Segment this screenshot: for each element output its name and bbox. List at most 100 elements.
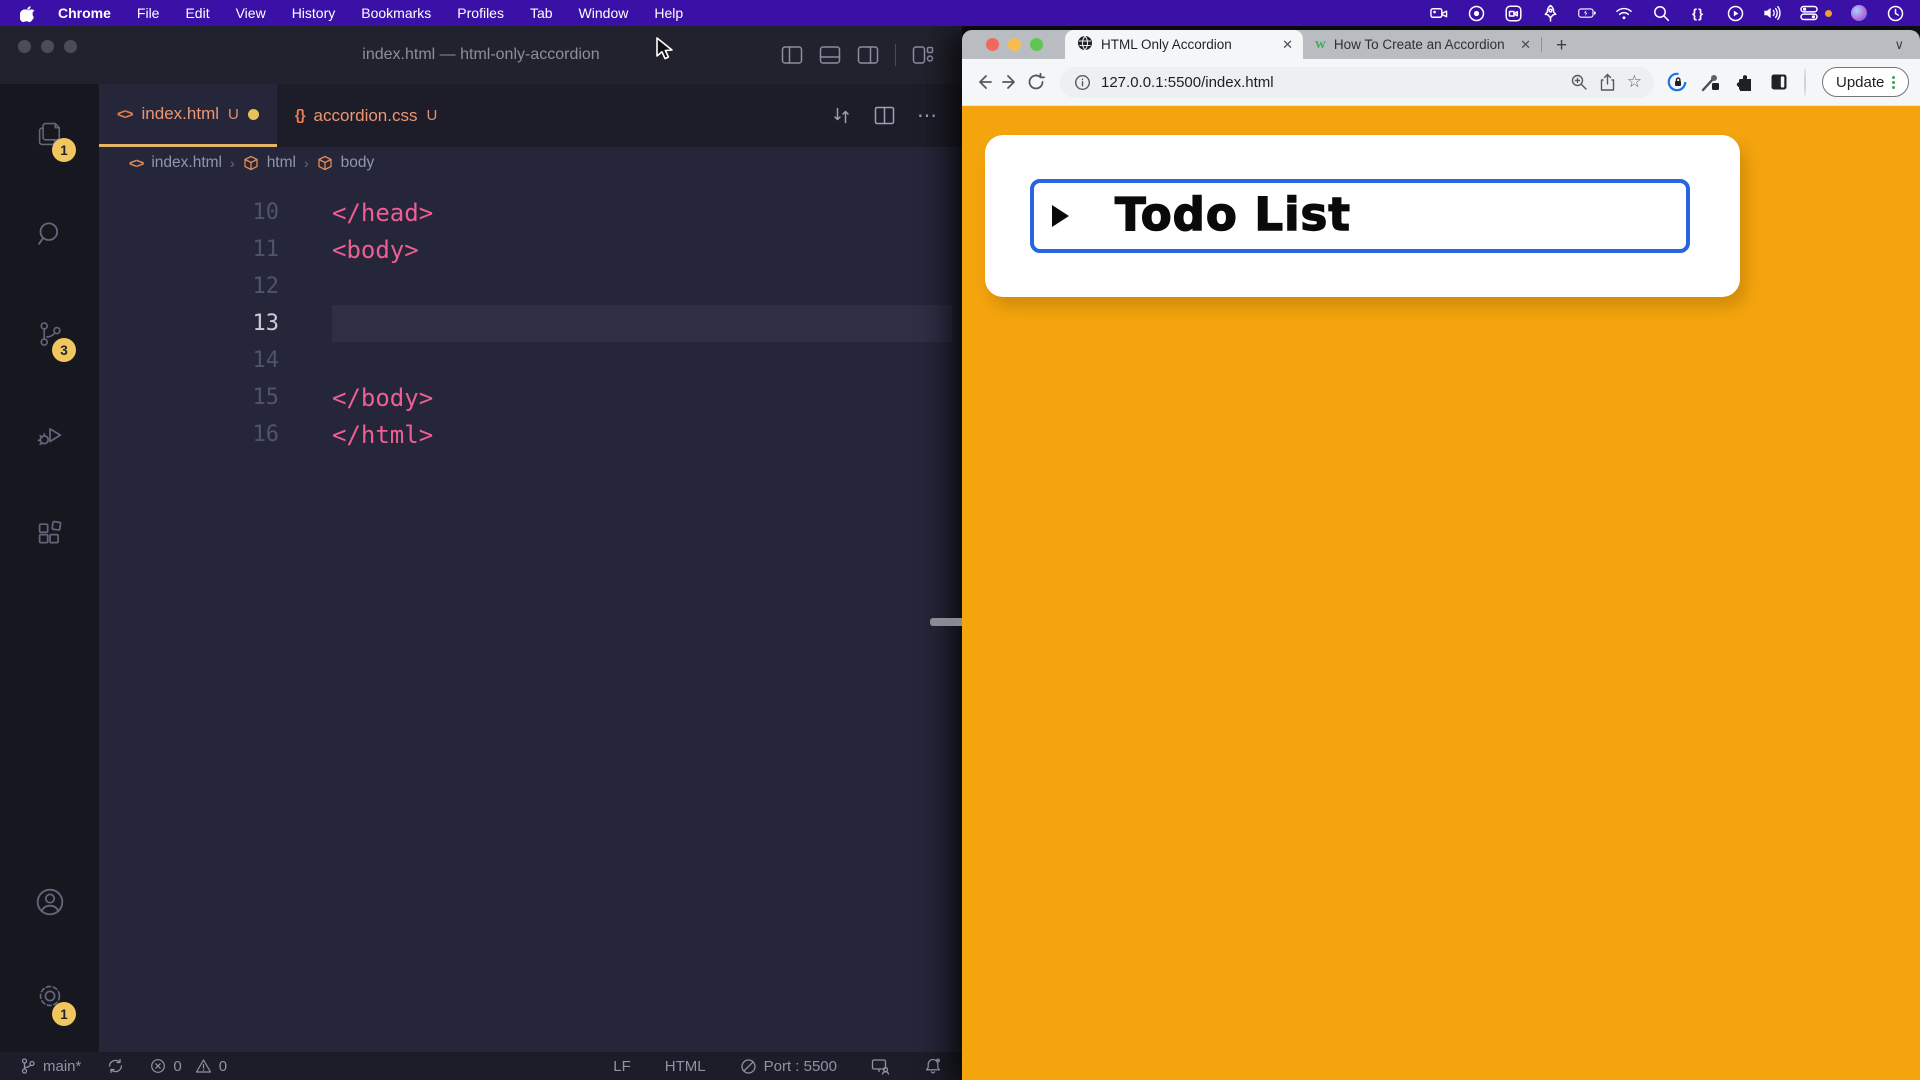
browser-tab-html-only-accordion[interactable]: HTML Only Accordion ✕ xyxy=(1065,30,1303,59)
site-info-icon[interactable] xyxy=(1072,72,1092,92)
colorpicker-extension-icon[interactable] xyxy=(1700,70,1722,94)
minimize-window-button[interactable] xyxy=(41,40,54,53)
menu-item-tab[interactable]: Tab xyxy=(517,0,566,26)
close-window-button[interactable] xyxy=(18,40,31,53)
menu-item-window[interactable]: Window xyxy=(566,0,642,26)
compare-changes-icon[interactable] xyxy=(831,105,852,126)
git-branch-status[interactable]: main* xyxy=(20,1057,81,1075)
code-line-11[interactable]: 11 <body> xyxy=(99,231,962,268)
menu-item-bookmarks[interactable]: Bookmarks xyxy=(348,0,444,26)
editor-resize-handle[interactable] xyxy=(930,618,962,626)
code-line-10[interactable]: 10 </head> xyxy=(99,194,962,231)
close-tab-icon[interactable]: ✕ xyxy=(1282,37,1293,53)
code-line-14[interactable]: 14 xyxy=(99,342,962,379)
customize-layout-icon[interactable] xyxy=(912,45,934,65)
account-icon[interactable] xyxy=(0,856,99,948)
live-share-icon[interactable] xyxy=(871,1058,890,1075)
new-tab-button[interactable]: + xyxy=(1548,35,1575,57)
menu-item-profiles[interactable]: Profiles xyxy=(444,0,517,26)
record-icon[interactable] xyxy=(1467,4,1485,22)
toggle-secondary-sidebar-icon[interactable] xyxy=(857,45,879,65)
menu-item-help[interactable]: Help xyxy=(641,0,696,26)
titlebar-divider xyxy=(895,44,896,66)
editor-tab-accordion-css[interactable]: {} accordion.css U xyxy=(277,84,455,147)
code-editor[interactable]: 10 </head> 11 <body> 12 13 xyxy=(99,178,962,1052)
breadcrumb-body[interactable]: body xyxy=(341,154,375,172)
camera-icon[interactable] xyxy=(1504,4,1522,22)
accordion-summary[interactable]: Todo List xyxy=(1030,179,1690,253)
toggle-panel-icon[interactable] xyxy=(819,45,841,65)
play-circle-icon[interactable] xyxy=(1726,4,1744,22)
address-bar[interactable]: 127.0.0.1:5500/index.html ☆ xyxy=(1060,67,1654,98)
menu-item-view[interactable]: View xyxy=(223,0,279,26)
eol-indicator[interactable]: LF xyxy=(613,1058,631,1075)
tab-search-chevron-icon[interactable]: ∨ xyxy=(1894,37,1904,53)
battery-charging-icon[interactable] xyxy=(1578,4,1596,22)
code-line-16[interactable]: 16 </html> xyxy=(99,416,962,453)
toggle-sidebar-icon[interactable] xyxy=(781,45,803,65)
code-line-13-current[interactable]: 13 xyxy=(99,305,962,342)
menu-item-chrome[interactable]: Chrome xyxy=(45,0,124,26)
forward-button[interactable] xyxy=(1000,69,1020,95)
camcorder-icon[interactable] xyxy=(1430,4,1448,22)
control-center-icon[interactable] xyxy=(1800,4,1818,22)
sidebar-item-source-control[interactable]: 3 xyxy=(0,284,99,384)
profile-avatar[interactable] xyxy=(1804,68,1806,96)
browser-tab-how-to-create-accordion[interactable]: w How To Create an Accordion ✕ xyxy=(1303,30,1541,59)
notifications-bell-icon[interactable] xyxy=(924,1057,942,1075)
minimize-window-button[interactable] xyxy=(1008,38,1021,51)
code-braces-icon[interactable]: {} xyxy=(1689,4,1707,22)
update-chrome-button[interactable]: Update xyxy=(1822,67,1909,97)
unsaved-dot-icon[interactable] xyxy=(248,109,259,120)
menu-item-history[interactable]: History xyxy=(279,0,349,26)
bookmark-star-icon[interactable]: ☆ xyxy=(1627,72,1642,92)
url-text[interactable]: 127.0.0.1:5500/index.html xyxy=(1101,74,1560,91)
volume-icon[interactable] xyxy=(1763,4,1781,22)
siri-icon[interactable] xyxy=(1851,5,1867,21)
close-window-button[interactable] xyxy=(986,38,999,51)
code-line-15[interactable]: 15 </body> xyxy=(99,379,962,416)
line-number: 11 xyxy=(99,237,279,262)
split-screen-extension-icon[interactable] xyxy=(1768,70,1790,94)
menu-item-file[interactable]: File xyxy=(124,0,173,26)
wifi-icon[interactable] xyxy=(1615,4,1633,22)
breadcrumb: <> index.html › html › body xyxy=(99,147,962,178)
more-actions-icon[interactable]: ⋯ xyxy=(917,103,938,128)
close-tab-icon[interactable]: ✕ xyxy=(1520,37,1531,53)
apple-menu-icon[interactable] xyxy=(14,5,45,22)
sidebar-item-run-debug[interactable] xyxy=(0,384,99,484)
chrome-traffic-lights xyxy=(986,38,1043,51)
clock-icon[interactable] xyxy=(1886,4,1904,22)
breadcrumb-separator: › xyxy=(304,155,309,171)
sidebar-item-search[interactable] xyxy=(0,184,99,284)
tab-divider xyxy=(1541,37,1542,52)
extensions-puzzle-icon[interactable] xyxy=(1734,70,1756,94)
privacy-extension-icon[interactable] xyxy=(1666,70,1688,94)
code-text xyxy=(332,342,952,379)
sync-status[interactable] xyxy=(107,1058,124,1074)
editor-tab-index-html[interactable]: <> index.html U xyxy=(99,84,277,147)
code-line-12[interactable]: 12 xyxy=(99,268,962,305)
settings-gear-icon[interactable]: 1 xyxy=(0,948,99,1044)
live-server-port[interactable]: Port : 5500 xyxy=(740,1058,837,1075)
zoom-icon[interactable] xyxy=(1569,72,1589,92)
rocket-icon[interactable] xyxy=(1541,4,1559,22)
sidebar-item-extensions[interactable] xyxy=(0,484,99,584)
details-marker-icon[interactable] xyxy=(1052,205,1069,227)
back-button[interactable] xyxy=(974,69,994,95)
spotlight-search-icon[interactable] xyxy=(1652,4,1670,22)
vscode-titlebar[interactable]: index.html — html-only-accordion xyxy=(0,26,962,84)
breadcrumb-file[interactable]: index.html xyxy=(151,154,222,172)
maximize-window-button[interactable] xyxy=(64,40,77,53)
problems-status[interactable]: 0 0 xyxy=(150,1058,227,1075)
desktop-screen: Chrome File Edit View History Bookmarks … xyxy=(0,0,1920,1080)
sidebar-item-explorer[interactable]: 1 xyxy=(0,84,99,184)
breadcrumb-html[interactable]: html xyxy=(267,154,296,172)
share-icon[interactable] xyxy=(1598,72,1618,92)
fullscreen-window-button[interactable] xyxy=(1030,38,1043,51)
menu-item-edit[interactable]: Edit xyxy=(172,0,222,26)
split-editor-icon[interactable] xyxy=(874,106,895,125)
reload-button[interactable] xyxy=(1026,69,1046,95)
line-number: 16 xyxy=(99,422,279,447)
language-mode[interactable]: HTML xyxy=(665,1058,706,1075)
